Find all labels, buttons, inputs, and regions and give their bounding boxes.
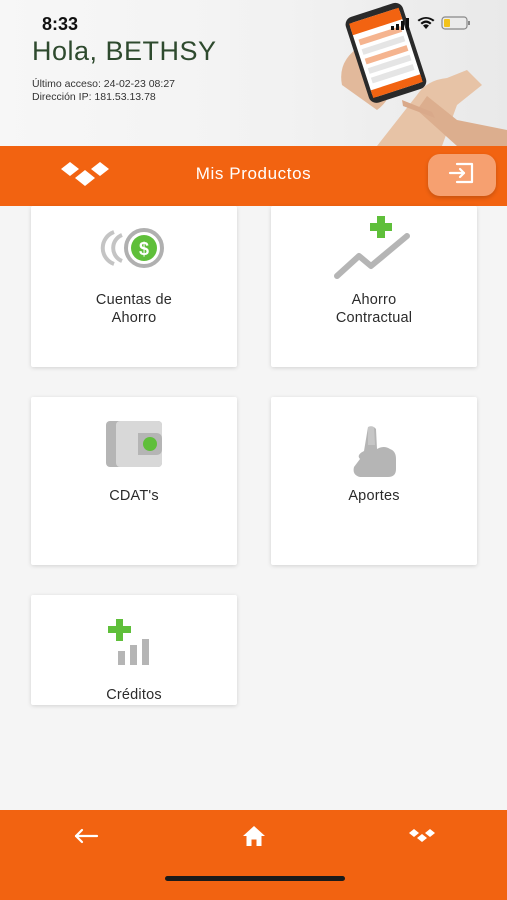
logout-button[interactable] <box>428 154 496 196</box>
wifi-icon <box>417 16 435 35</box>
home-icon <box>242 825 266 852</box>
last-access-text: Último acceso: 24-02-23 08:27 <box>32 78 175 90</box>
brand-menu-button[interactable] <box>400 818 444 858</box>
bottom-nav-bar <box>0 810 507 900</box>
hand-point-icon <box>271 423 477 479</box>
home-indicator <box>165 876 345 881</box>
product-label-ahorro-contractual: Ahorro Contractual <box>281 291 467 327</box>
status-time: 8:33 <box>42 14 79 34</box>
status-icons <box>391 16 471 35</box>
product-label-aportes: Aportes <box>348 488 400 504</box>
product-label-cuentas: Cuentas de Ahorro <box>41 291 227 327</box>
signal-icon <box>391 17 411 35</box>
product-card-cdats[interactable]: CDAT's <box>31 397 237 565</box>
label-line-2: Ahorro <box>111 310 157 326</box>
label-line-2: Contractual <box>335 310 413 326</box>
svg-text:$: $ <box>139 239 149 259</box>
logout-icon <box>447 161 477 190</box>
wallet-icon <box>31 419 237 469</box>
label-line-1: Ahorro <box>351 292 397 308</box>
label-line-1: Cuentas de <box>95 292 173 308</box>
product-card-cuentas-ahorro[interactable]: $ Cuentas de Ahorro <box>31 206 237 367</box>
greeting-title: Hola, BETHSY <box>32 36 217 66</box>
product-card-ahorro-contractual[interactable]: Ahorro Contractual <box>271 206 477 367</box>
ip-address-text: Dirección IP: 181.53.13.78 <box>32 91 156 103</box>
arrow-left-icon <box>73 828 99 849</box>
product-label-cdats: CDAT's <box>109 488 159 504</box>
product-label-creditos: Créditos <box>106 687 162 703</box>
product-card-aportes[interactable]: Aportes <box>271 397 477 565</box>
brand-diamonds-icon <box>407 827 437 850</box>
growth-chart-icon <box>271 212 477 282</box>
header: 8:33 Hola, BETHSY Último acceso: 24-02-2… <box>0 0 507 146</box>
credit-bars-icon <box>31 617 237 667</box>
battery-icon <box>441 16 471 35</box>
back-button[interactable] <box>64 818 108 858</box>
top-toolbar: Mis Productos <box>0 146 507 206</box>
product-card-creditos[interactable]: Créditos <box>31 595 237 705</box>
savings-coin-icon: $ <box>31 226 237 270</box>
home-button[interactable] <box>232 818 276 858</box>
